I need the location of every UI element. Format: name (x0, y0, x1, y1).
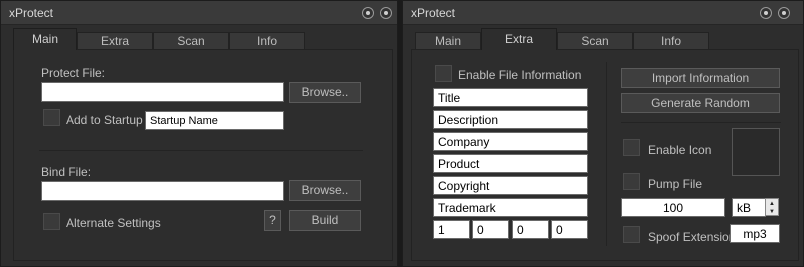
title-field[interactable] (433, 88, 588, 107)
browse-bind-button[interactable]: Browse.. (289, 180, 361, 201)
tab-extra[interactable]: Extra (77, 32, 153, 50)
product-field[interactable] (433, 154, 588, 173)
title-bar: xProtect (403, 1, 803, 25)
main-tab-panel: Protect File: Browse.. Add to Startup Bi… (13, 49, 393, 261)
startup-name-input[interactable] (145, 111, 284, 130)
import-information-button[interactable]: Import Information (621, 68, 780, 88)
left-window: xProtect Main Extra Scan Info Protect Fi… (0, 0, 398, 267)
browse-protect-button[interactable]: Browse.. (289, 82, 361, 103)
generate-random-button[interactable]: Generate Random (621, 93, 780, 113)
spoof-extension-input[interactable] (730, 224, 780, 243)
alternate-settings-label: Alternate Settings (66, 216, 161, 230)
pump-unit-select[interactable] (732, 198, 766, 217)
tab-scan[interactable]: Scan (557, 32, 633, 50)
pump-size-input[interactable] (621, 198, 725, 217)
close-circle-icon[interactable] (380, 7, 392, 19)
tab-info[interactable]: Info (229, 32, 305, 50)
version-revision-field[interactable] (551, 220, 588, 239)
bind-file-input[interactable] (41, 181, 284, 201)
version-minor-field[interactable] (472, 220, 509, 239)
extra-tab-panel: Enable File Information Import Informati… (411, 49, 799, 261)
enable-icon-checkbox[interactable] (623, 139, 640, 156)
section-divider (39, 150, 363, 151)
version-major-field[interactable] (433, 220, 470, 239)
company-field[interactable] (433, 132, 588, 151)
title-bar: xProtect (1, 1, 397, 25)
build-button[interactable]: Build (289, 210, 361, 231)
tab-extra[interactable]: Extra (481, 28, 557, 50)
bind-file-label: Bind File: (41, 165, 92, 179)
pump-unit-spinner[interactable]: ▲ ▼ (765, 198, 779, 216)
protect-file-input[interactable] (41, 82, 284, 102)
minimize-circle-icon[interactable] (362, 7, 374, 19)
enable-icon-label: Enable Icon (648, 143, 712, 157)
pump-file-checkbox[interactable] (623, 173, 640, 190)
tab-info[interactable]: Info (633, 32, 709, 50)
enable-file-info-label: Enable File Information (458, 68, 582, 82)
enable-file-info-checkbox[interactable] (435, 65, 452, 82)
pump-file-label: Pump File (648, 177, 703, 191)
protect-file-label: Protect File: (41, 66, 106, 80)
tab-scan[interactable]: Scan (153, 32, 229, 50)
arrow-up-icon[interactable]: ▲ (769, 201, 775, 207)
add-startup-checkbox[interactable] (43, 109, 60, 126)
right-window: xProtect Main Extra Scan Info Enable Fil… (402, 0, 804, 267)
window-title: xProtect (411, 6, 456, 20)
version-build-field[interactable] (512, 220, 549, 239)
tab-main[interactable]: Main (13, 28, 77, 50)
description-field[interactable] (433, 110, 588, 129)
close-circle-icon[interactable] (778, 7, 790, 19)
spoof-extension-label: Spoof Extension (648, 230, 736, 244)
alternate-settings-checkbox[interactable] (43, 213, 60, 230)
minimize-circle-icon[interactable] (760, 7, 772, 19)
spoof-extension-checkbox[interactable] (623, 226, 640, 243)
column-divider (606, 62, 607, 246)
help-button[interactable]: ? (264, 210, 281, 231)
icon-preview-box[interactable] (732, 128, 780, 176)
trademark-field[interactable] (433, 198, 588, 217)
copyright-field[interactable] (433, 176, 588, 195)
section-divider (621, 122, 781, 123)
window-title: xProtect (9, 6, 54, 20)
tab-main[interactable]: Main (415, 32, 481, 50)
add-startup-label: Add to Startup (66, 113, 143, 127)
arrow-down-icon[interactable]: ▼ (769, 209, 775, 215)
